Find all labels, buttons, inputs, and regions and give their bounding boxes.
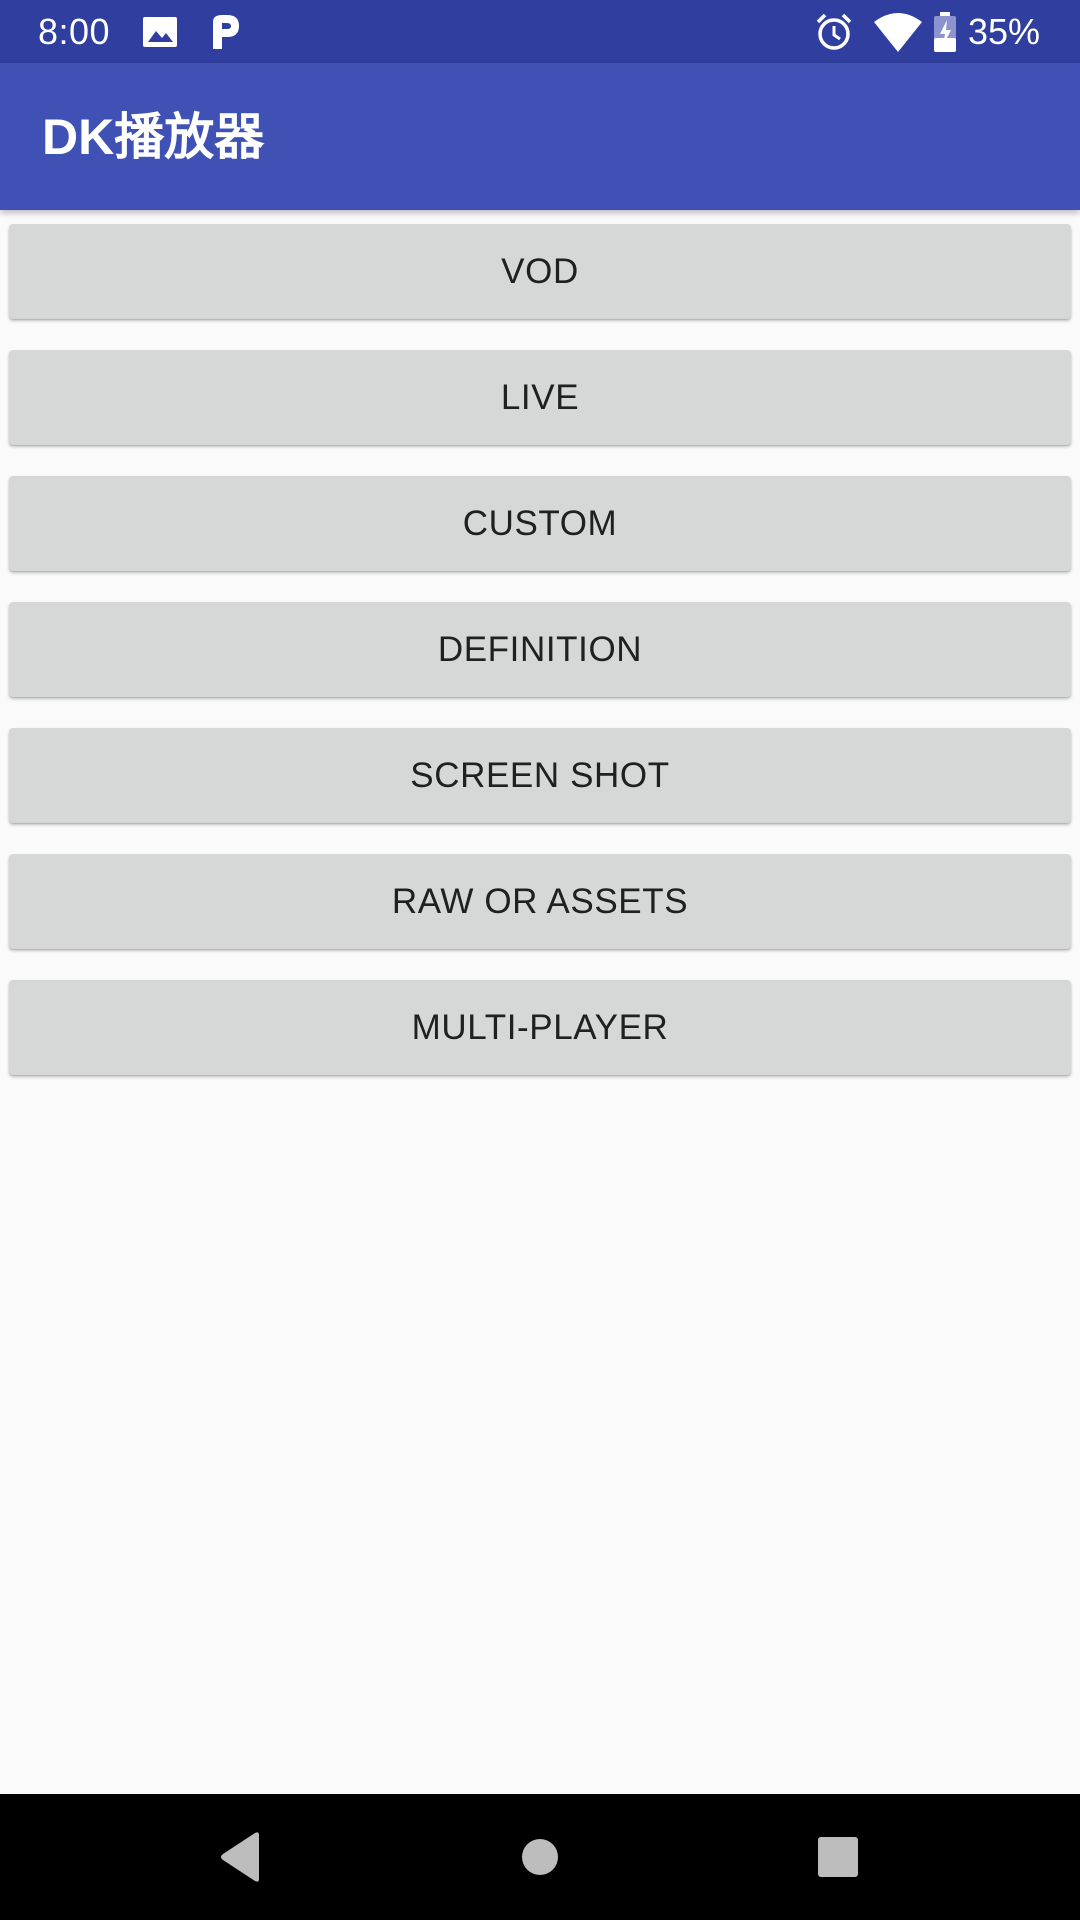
navigation-bar <box>0 1794 1080 1920</box>
screen-shot-button[interactable]: SCREEN SHOT <box>9 728 1071 823</box>
raw-or-assets-button[interactable]: RAW OR ASSETS <box>9 854 1071 949</box>
parking-icon <box>213 15 239 49</box>
status-time: 8:00 <box>38 11 111 52</box>
back-icon[interactable] <box>211 1827 271 1887</box>
image-icon <box>143 17 177 47</box>
status-bar: 8:00 35% <box>0 0 1080 63</box>
battery-percent: 35% <box>968 11 1041 52</box>
battery-icon <box>934 12 956 52</box>
definition-button[interactable]: DEFINITION <box>9 602 1071 697</box>
recents-icon[interactable] <box>808 1827 868 1887</box>
live-button[interactable]: LIVE <box>9 350 1071 445</box>
multi-player-button[interactable]: MULTI-PLAYER <box>9 980 1071 1075</box>
custom-button[interactable]: CUSTOM <box>9 476 1071 571</box>
alarm-icon <box>816 13 852 50</box>
vod-button[interactable]: VOD <box>9 224 1071 319</box>
home-icon[interactable] <box>510 1827 570 1887</box>
app-title: DK播放器 <box>42 109 265 165</box>
app-bar: DK播放器 <box>0 63 1080 210</box>
wifi-icon <box>874 13 922 52</box>
